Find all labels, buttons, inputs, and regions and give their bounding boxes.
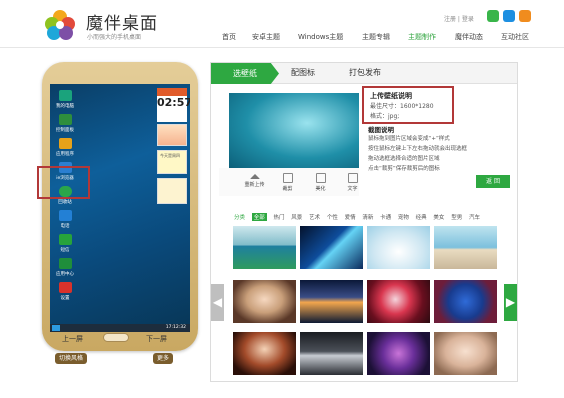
reupload-tool[interactable]: 重新上传 xyxy=(238,168,271,188)
category-cars[interactable]: 汽车 xyxy=(469,213,480,221)
clock-time: 02:57 xyxy=(157,96,190,109)
more-button[interactable]: 更多 xyxy=(153,353,174,364)
wallpaper-thumb-blue-wave[interactable] xyxy=(300,226,363,269)
crop-instruction: 按住鼠标左键上下左右拖动就会出现选框 xyxy=(368,146,468,152)
category-scenery[interactable]: 风景 xyxy=(291,213,302,221)
site-header: 魔伴桌面 小而强大的手机桌面 注册 | 登录 首页 安卓主题 Windows主题… xyxy=(0,0,564,48)
editor-tab-bar: 选壁纸 配图标 打包发布 xyxy=(211,63,517,84)
wallpaper-preview[interactable] xyxy=(229,93,359,168)
nav-community[interactable]: 互动社区 xyxy=(501,32,529,42)
app-my-computer[interactable]: 我的电脑 xyxy=(50,90,80,109)
wallpaper-thumb-girl-hat[interactable] xyxy=(434,332,497,375)
tab-publish[interactable]: 打包发布 xyxy=(349,67,381,78)
app-settings[interactable]: 设置 xyxy=(50,282,80,301)
image-icon xyxy=(315,173,326,183)
wallpaper-thumb-girl-lantern[interactable] xyxy=(233,332,296,375)
crop-icon xyxy=(282,173,293,183)
crop-instructions-title: 截图说明 xyxy=(368,126,394,134)
wallpaper-thumb-purple-lights[interactable] xyxy=(367,332,430,375)
back-button[interactable]: 返 回 xyxy=(476,175,510,188)
category-label: 分类 xyxy=(234,215,246,221)
wallpaper-thumb-sports-car[interactable] xyxy=(300,332,363,375)
app-control-panel[interactable]: 控制面板 xyxy=(50,114,80,133)
next-screen-button[interactable]: 下一屏 xyxy=(146,334,167,344)
clock-widget[interactable]: 02:57 xyxy=(157,88,190,122)
app-app-center[interactable]: 应用中心 xyxy=(50,258,80,277)
control-panel-icon xyxy=(58,114,72,125)
text-icon xyxy=(347,173,358,183)
brand-name[interactable]: 魔伴桌面 xyxy=(86,9,158,34)
category-personality[interactable]: 个性 xyxy=(327,213,338,221)
settings-icon xyxy=(58,282,72,293)
crop-instruction: 点击“裁剪”保存裁剪后的图标 xyxy=(368,166,440,172)
category-fresh[interactable]: 清新 xyxy=(362,213,373,221)
nav-android-themes[interactable]: 安卓主题 xyxy=(252,32,280,42)
category-beauty[interactable]: 美女 xyxy=(433,213,444,221)
category-art[interactable]: 艺术 xyxy=(309,213,320,221)
home-button[interactable] xyxy=(103,333,129,342)
app-phone[interactable]: 电话 xyxy=(50,210,80,229)
wallpaper-thumb-beach[interactable] xyxy=(434,226,497,269)
tab-icons[interactable]: 配图标 xyxy=(291,67,315,78)
text-tool[interactable]: 文字 xyxy=(336,168,369,192)
reupload-highlight xyxy=(37,166,90,199)
weibo-icon[interactable] xyxy=(519,10,531,22)
wechat-icon[interactable] xyxy=(487,10,499,22)
upload-arrow-icon xyxy=(249,174,260,179)
brand-slogan: 小而强大的手机桌面 xyxy=(87,34,142,41)
phone-taskbar: 17:12:32 xyxy=(50,324,190,332)
android-icon xyxy=(58,258,72,269)
category-cartoon[interactable]: 卡通 xyxy=(380,213,391,221)
computer-icon xyxy=(58,90,72,101)
upload-info-size: 最佳尺寸：1600*1280 xyxy=(370,103,434,110)
nav-news[interactable]: 魔伴动态 xyxy=(455,32,483,42)
sticky-note-widget[interactable] xyxy=(157,178,187,204)
prev-page-arrow-icon[interactable]: ◀ xyxy=(211,284,224,321)
crop-instruction: 鼠标拖到图片区域会变成“+”样式 xyxy=(368,136,450,142)
wallpaper-thumb-blue-blossom[interactable] xyxy=(434,280,497,323)
note-widget[interactable]: 今天是周四 xyxy=(157,150,187,174)
phone-call-icon xyxy=(58,210,72,221)
category-pets[interactable]: 宠物 xyxy=(398,213,409,221)
wallpaper-thumb-island[interactable] xyxy=(233,226,296,269)
category-love[interactable]: 爱情 xyxy=(345,213,356,221)
wallpaper-thumb-sunset-water[interactable] xyxy=(300,280,363,323)
app-sms[interactable]: 短信 xyxy=(50,234,80,253)
category-classic[interactable]: 经典 xyxy=(416,213,427,221)
wallpaper-thumb-red-flower[interactable] xyxy=(367,280,430,323)
prev-screen-button[interactable]: 上一屏 xyxy=(62,334,83,344)
category-hot[interactable]: 热门 xyxy=(274,213,285,221)
category-filter: 分类 全部 热门 风景 艺术 个性 爱情 清新 卡通 宠物 经典 美女 型男 汽… xyxy=(234,213,485,221)
wallpaper-thumb-boy-portrait[interactable] xyxy=(233,280,296,323)
next-page-arrow-icon[interactable]: ▶ xyxy=(504,284,517,321)
app-programs[interactable]: 应用程序 xyxy=(50,138,80,157)
switch-style-button[interactable]: 切换风格 xyxy=(55,353,88,364)
sms-icon xyxy=(58,234,72,245)
crop-instruction: 拖动选框选择合适的图片区域 xyxy=(368,156,440,162)
upload-info-format: 格式：jpg; xyxy=(370,113,400,120)
edit-toolbar: 重新上传 裁剪 美化 文字 xyxy=(219,168,359,196)
qq-icon[interactable] xyxy=(503,10,515,22)
crop-tool[interactable]: 裁剪 xyxy=(271,168,304,192)
programs-icon xyxy=(58,138,72,149)
category-men[interactable]: 型男 xyxy=(451,213,462,221)
start-icon[interactable] xyxy=(52,325,60,331)
taskbar-clock: 17:12:32 xyxy=(165,325,186,330)
category-all[interactable]: 全部 xyxy=(251,213,267,221)
nav-windows-themes[interactable]: Windows主题 xyxy=(298,32,343,42)
upload-info-title: 上传壁纸说明 xyxy=(370,92,412,100)
nav-theme-albums[interactable]: 主题专辑 xyxy=(362,32,390,42)
login-register-link[interactable]: 注册 | 登录 xyxy=(444,14,474,23)
mobanzhuomian-logo-icon[interactable] xyxy=(43,8,77,42)
wallpaper-thumb-flowers-hand[interactable] xyxy=(367,226,430,269)
nav-home[interactable]: 首页 xyxy=(222,32,236,42)
beautify-tool[interactable]: 美化 xyxy=(304,168,337,192)
photo-widget[interactable] xyxy=(157,124,187,146)
tab-choose-wallpaper[interactable]: 选壁纸 xyxy=(211,63,279,84)
phone-screen: 我的电脑 控制面板 应用程序 ie浏览器 回收站 电话 短信 应用中心 设置 0… xyxy=(50,84,190,332)
nav-theme-make[interactable]: 主题制作 xyxy=(408,32,436,42)
